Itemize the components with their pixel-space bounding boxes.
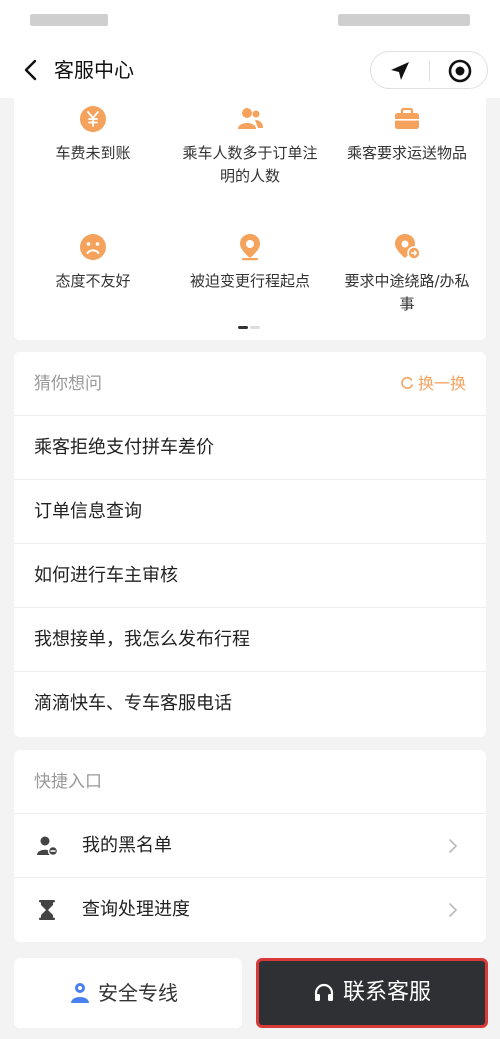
people-icon [238, 108, 263, 129]
safety-hotline-content: 安全专线 [70, 980, 178, 1006]
mini-program-capsule [370, 51, 488, 89]
category-label: 乘客要求运送物品 [346, 144, 467, 162]
sad-face-icon [80, 234, 106, 260]
category-item-fare-not-received[interactable]: 车费未到账 [14, 104, 172, 165]
chevron-left-icon[interactable] [18, 56, 46, 84]
category-item-extra-passengers[interactable]: 乘车人数多于订单注明的人数 [171, 104, 329, 188]
question-label: 订单信息查询 [34, 501, 142, 522]
yen-coin-icon [80, 106, 106, 132]
question-item[interactable]: 滴滴快车、专车客服电话 [14, 672, 486, 736]
category-item-transport-items[interactable]: 乘客要求运送物品 [328, 104, 486, 165]
category-label: 乘车人数多于订单注明的人数 [182, 144, 318, 185]
safety-user-icon [71, 983, 89, 1003]
quick-item-blacklist[interactable]: 我的黑名单 [14, 814, 486, 878]
chevron-right-icon [449, 903, 458, 917]
target-circle-icon[interactable] [447, 58, 473, 84]
contact-service-label: 联系客服 [343, 980, 432, 1005]
question-item[interactable]: 我想接单，我怎么发布行程 [14, 608, 486, 672]
quick-item-label: 查询处理进度 [82, 899, 190, 920]
refresh-icon [400, 372, 414, 396]
quick-entry-header: 快捷入口 [14, 750, 486, 814]
briefcase-icon [395, 107, 419, 129]
quick-entry-title: 快捷入口 [34, 772, 102, 792]
category-item-detour-request[interactable]: 要求中途绕路/办私事 [328, 232, 486, 316]
hourglass-icon [39, 900, 55, 920]
pin-detour-icon [395, 234, 421, 260]
page-title: 客服中心 [54, 58, 134, 82]
question-label: 如何进行车主审核 [34, 565, 178, 586]
category-label: 要求中途绕路/办私事 [344, 272, 470, 313]
guess-questions-card: 猜你想问 换一换 乘客拒绝支付拼车差价 订单信息查询 如何进行车主审核 我想接单… [14, 352, 486, 737]
question-label: 滴滴快车、专车客服电话 [34, 693, 232, 714]
safety-hotline-label: 安全专线 [98, 981, 178, 1005]
location-pin-icon [240, 234, 260, 261]
pager-dot-active [238, 326, 248, 329]
question-item[interactable]: 订单信息查询 [14, 480, 486, 544]
contact-service-button[interactable]: 联系客服 [256, 958, 488, 1028]
refresh-button[interactable]: 换一换 [400, 372, 466, 396]
question-label: 乘客拒绝支付拼车差价 [34, 437, 214, 458]
guess-title: 猜你想问 [34, 374, 102, 394]
carousel-pager [238, 326, 260, 345]
question-item[interactable]: 乘客拒绝支付拼车差价 [14, 416, 486, 480]
question-label: 我想接单，我怎么发布行程 [34, 629, 250, 650]
question-item[interactable]: 如何进行车主审核 [14, 544, 486, 608]
quick-item-label: 我的黑名单 [82, 835, 172, 856]
issue-category-card: 车费未到账 乘车人数多于订单注明的人数 乘客要求运送物品 态度不友好 被迫变更行… [14, 98, 486, 340]
category-label: 车费未到账 [55, 144, 131, 162]
blocked-user-icon [37, 836, 58, 857]
pager-dot [250, 326, 260, 329]
category-label: 态度不友好 [55, 272, 131, 290]
safety-hotline-button[interactable]: 安全专线 [14, 958, 242, 1028]
quick-entry-card: 快捷入口 我的黑名单 查询处理进度 [14, 750, 486, 942]
headset-icon [314, 983, 334, 1001]
status-bar-right-blurred [338, 14, 470, 26]
status-bar [0, 0, 500, 42]
refresh-label: 换一换 [417, 374, 466, 393]
capsule-divider [429, 61, 430, 81]
navigation-arrow-icon[interactable] [389, 60, 411, 82]
quick-item-progress[interactable]: 查询处理进度 [14, 878, 486, 942]
chevron-right-icon [449, 839, 458, 853]
contact-service-content: 联系客服 [313, 980, 431, 1006]
status-bar-left-blurred [30, 14, 108, 26]
category-label: 被迫变更行程起点 [189, 272, 310, 290]
category-item-forced-start-change[interactable]: 被迫变更行程起点 [171, 232, 329, 293]
nav-bar: 客服中心 [0, 42, 500, 98]
category-item-unfriendly-attitude[interactable]: 态度不友好 [14, 232, 172, 293]
guess-header: 猜你想问 换一换 [14, 352, 486, 416]
